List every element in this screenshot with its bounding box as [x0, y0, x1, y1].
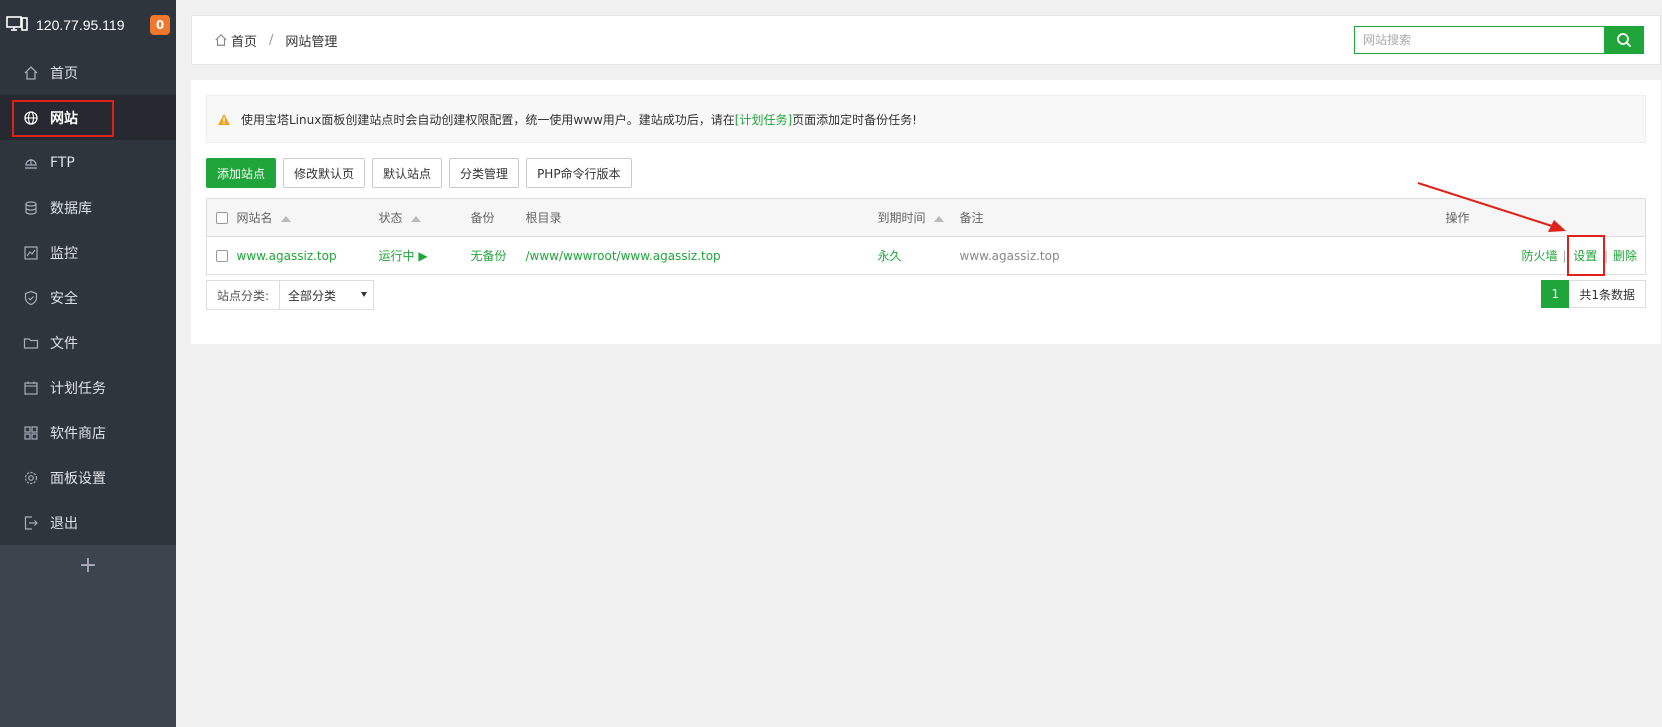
- sidebar-item-label: 退出: [50, 515, 78, 532]
- sidebar-item-label: 首页: [50, 65, 78, 82]
- sidebar-item-cron[interactable]: 计划任务: [0, 365, 176, 410]
- notification-badge[interactable]: 0: [150, 15, 170, 35]
- delete-link[interactable]: 删除: [1613, 249, 1637, 263]
- sidebar-item-ftp[interactable]: FTP: [0, 140, 176, 185]
- cron-link[interactable]: [计划任务]: [735, 111, 792, 128]
- op-separator: |: [1562, 249, 1567, 263]
- server-ip: 120.77.95.119: [36, 17, 125, 33]
- toolbar: 添加站点 修改默认页 默认站点 分类管理 PHP命令行版本: [206, 158, 632, 188]
- search-input[interactable]: [1354, 26, 1604, 54]
- status-text: 运行中: [378, 249, 415, 263]
- firewall-link[interactable]: 防火墙: [1522, 249, 1558, 263]
- warning-icon: [217, 113, 231, 126]
- shield-icon: [23, 290, 39, 306]
- ftp-icon: [23, 155, 39, 171]
- sidebar-item-home[interactable]: 首页: [0, 50, 176, 95]
- home-icon: [23, 65, 39, 81]
- page-1-button[interactable]: 1: [1541, 280, 1570, 308]
- search-box: [1354, 26, 1644, 54]
- sidebar-item-label: 数据库: [50, 200, 92, 217]
- gear-icon: [23, 470, 39, 486]
- folder-icon: [23, 335, 39, 351]
- total-count: 共1条数据: [1569, 280, 1646, 308]
- sidebar: 120.77.95.119 0 首页 网站 FTP 数据库 监控 安全 文件 计…: [0, 0, 176, 727]
- php-cli-version-button[interactable]: PHP命令行版本: [526, 158, 632, 188]
- logout-icon: [23, 515, 39, 531]
- sidebar-item-label: 监控: [50, 245, 78, 262]
- category-label: 站点分类:: [217, 288, 270, 303]
- sidebar-item-label: FTP: [50, 154, 75, 171]
- sidebar-item-label: 安全: [50, 290, 78, 307]
- sort-asc-icon[interactable]: [933, 215, 944, 222]
- pagination: 1 共1条数据: [1541, 280, 1646, 308]
- edit-default-page-button[interactable]: 修改默认页: [283, 158, 366, 188]
- sidebar-item-label: 计划任务: [50, 380, 106, 397]
- sidebar-item-files[interactable]: 文件: [0, 320, 176, 365]
- sidebar-item-security[interactable]: 安全: [0, 275, 176, 320]
- remark-value[interactable]: www.agassiz.top: [960, 249, 1060, 263]
- caret-down-icon: [361, 292, 367, 297]
- site-status[interactable]: 运行中 ▶: [379, 249, 428, 263]
- add-site-button[interactable]: 添加站点: [206, 158, 277, 188]
- search-button[interactable]: [1604, 26, 1644, 54]
- notice-text: 使用宝塔Linux面板创建站点时会自动创建权限配置，统一使用www用户。建站成功…: [241, 112, 735, 127]
- sites-table: 网站名 状态 备份 根目录 到期时间 备注 操作 www.agassiz.top…: [206, 198, 1646, 276]
- highlight-box: [12, 100, 114, 137]
- sidebar-item-label: 软件商店: [50, 425, 106, 442]
- col-site-name[interactable]: 网站名: [237, 211, 273, 225]
- content-panel: 使用宝塔Linux面板创建站点时会自动创建权限配置，统一使用www用户。建站成功…: [191, 80, 1661, 344]
- top-bar: 首页 / 网站管理: [191, 15, 1661, 65]
- category-filter: 站点分类: 全部分类: [206, 280, 374, 310]
- sidebar-menu: 首页 网站 FTP 数据库 监控 安全 文件 计划任务 软件商店 面板设置 退出: [0, 50, 176, 545]
- col-expire[interactable]: 到期时间: [878, 211, 926, 225]
- default-site-button[interactable]: 默认站点: [372, 158, 443, 188]
- sidebar-item-monitor[interactable]: 监控: [0, 230, 176, 275]
- table-row: www.agassiz.top 运行中 ▶ 无备份 /www/wwwroot/w…: [206, 235, 1646, 276]
- sidebar-item-store[interactable]: 软件商店: [0, 410, 176, 455]
- add-shortcut-button[interactable]: +: [0, 545, 176, 585]
- sort-asc-icon[interactable]: [410, 215, 421, 222]
- breadcrumb-current: 网站管理: [285, 34, 338, 50]
- backup-link[interactable]: 无备份: [471, 249, 507, 263]
- settings-link[interactable]: 设置: [1573, 249, 1597, 263]
- col-root-dir: 根目录: [525, 211, 562, 225]
- calendar-icon: [23, 380, 39, 396]
- monitor-icon: [23, 245, 39, 261]
- col-remark: 备注: [959, 211, 984, 225]
- notice-bar: 使用宝塔Linux面板创建站点时会自动创建权限配置，统一使用www用户。建站成功…: [206, 95, 1646, 143]
- play-icon: ▶: [418, 249, 428, 263]
- search-icon: [1616, 32, 1632, 48]
- site-name-link[interactable]: www.agassiz.top: [237, 249, 337, 263]
- col-status[interactable]: 状态: [379, 211, 403, 225]
- category-select-value: 全部分类: [288, 288, 337, 303]
- expire-value[interactable]: 永久: [878, 249, 902, 263]
- sidebar-item-settings[interactable]: 面板设置: [0, 455, 176, 500]
- computer-icon: [6, 15, 28, 36]
- col-backup: 备份: [470, 211, 495, 225]
- sidebar-item-database[interactable]: 数据库: [0, 185, 176, 230]
- sidebar-item-label: 文件: [50, 335, 78, 352]
- sort-asc-icon[interactable]: [280, 215, 291, 222]
- category-management-button[interactable]: 分类管理: [449, 158, 520, 188]
- sidebar-item-website[interactable]: 网站: [0, 95, 176, 140]
- sidebar-item-logout[interactable]: 退出: [0, 500, 176, 545]
- breadcrumb: 首页 / 网站管理: [214, 31, 337, 50]
- root-dir-link[interactable]: /www/wwwroot/www.agassiz.top: [526, 249, 721, 263]
- database-icon: [23, 200, 39, 216]
- sidebar-item-label: 面板设置: [50, 470, 106, 487]
- apps-icon: [23, 425, 39, 441]
- server-header: 120.77.95.119 0: [0, 0, 176, 50]
- select-all-checkbox[interactable]: [216, 212, 228, 224]
- table-footer: 站点分类: 全部分类 1 共1条数据: [206, 280, 1646, 310]
- home-icon: [214, 33, 228, 47]
- notice-text-end: 页面添加定时备份任务!: [792, 112, 917, 127]
- settings-highlight: 设置: [1567, 235, 1606, 276]
- table-header-row: 网站名 状态 备份 根目录 到期时间 备注 操作: [206, 198, 1646, 237]
- category-select[interactable]: 全部分类: [279, 281, 373, 309]
- breadcrumb-home[interactable]: 首页: [231, 31, 257, 50]
- col-operations: 操作: [1445, 211, 1470, 225]
- row-checkbox[interactable]: [216, 250, 228, 262]
- breadcrumb-separator: /: [269, 32, 274, 48]
